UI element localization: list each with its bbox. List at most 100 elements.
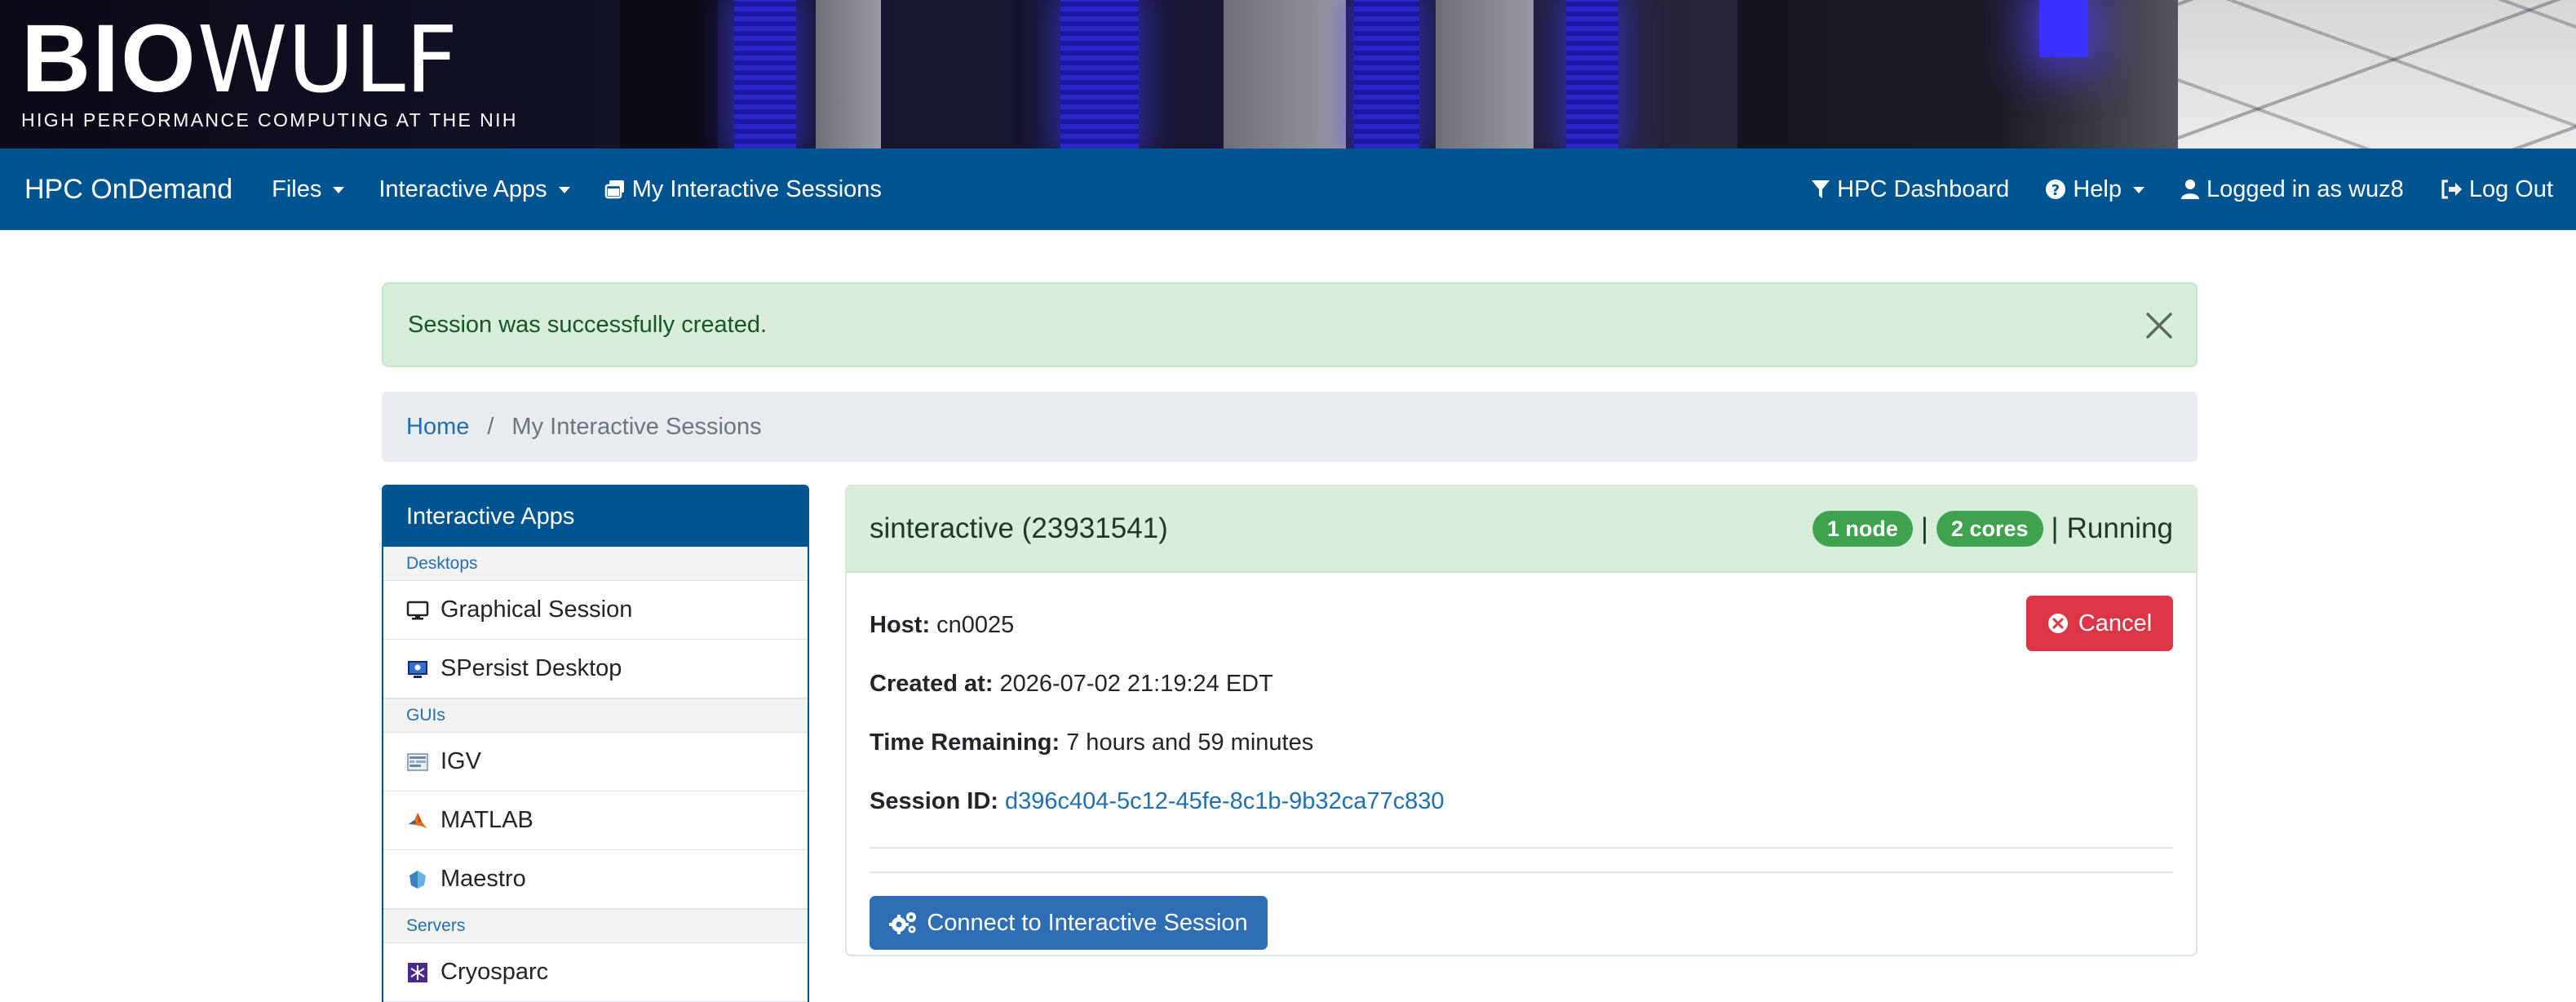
banner-cabinet bbox=[1737, 0, 2178, 149]
divider bbox=[870, 871, 2173, 873]
nav-my-sessions[interactable]: My Interactive Sessions bbox=[604, 176, 882, 203]
sidebar-item-igv[interactable]: IGV bbox=[383, 733, 808, 791]
navbar-right: HPC Dashboard ? Help Logged in as wuz8 L… bbox=[1775, 176, 2576, 203]
sidebar-item-matlab[interactable]: MATLAB bbox=[383, 791, 808, 850]
connect-session-button[interactable]: Connect to Interactive Session bbox=[870, 896, 1268, 950]
sidebar-item-graphical-session[interactable]: Graphical Session bbox=[383, 581, 808, 640]
nav-interactive-apps-dropdown[interactable]: Interactive Apps bbox=[378, 175, 570, 203]
banner-rack bbox=[816, 0, 881, 149]
sign-out-icon bbox=[2440, 179, 2463, 200]
logo-wulf: WULF bbox=[197, 7, 458, 113]
banner-rack-light bbox=[734, 0, 796, 149]
session-id-label: Session ID: bbox=[870, 787, 998, 814]
nav-help-dropdown[interactable]: ? Help bbox=[2045, 176, 2144, 203]
cogs-icon bbox=[889, 911, 918, 935]
user-icon bbox=[2180, 179, 2200, 200]
sidebar-item-label: Maestro bbox=[440, 866, 526, 892]
sidebar-title: Interactive Apps bbox=[383, 486, 808, 547]
svg-text:?: ? bbox=[2052, 182, 2060, 199]
sidebar-item-maestro[interactable]: Maestro bbox=[383, 850, 808, 909]
cores-badge: 2 cores bbox=[1936, 511, 2043, 547]
question-circle-icon: ? bbox=[2045, 179, 2066, 200]
sidebar-category-desktops: Desktops bbox=[383, 547, 808, 581]
nodes-badge: 1 node bbox=[1812, 511, 1913, 547]
sidebar-item-spersist-desktop[interactable]: SPersist Desktop bbox=[383, 640, 808, 698]
nav-logged-in-label: Logged in as wuz8 bbox=[2206, 175, 2404, 202]
alert-message: Session was successfully created. bbox=[408, 311, 768, 338]
session-title: sinteractive (23931541) bbox=[870, 512, 1168, 544]
sidebar-item-cryosparc[interactable]: Cryosparc bbox=[383, 943, 808, 1002]
cryosparc-icon bbox=[406, 961, 429, 984]
divider bbox=[870, 847, 2173, 849]
nav-help-label: Help bbox=[2073, 175, 2122, 202]
matlab-icon bbox=[406, 809, 429, 832]
logo-wordmark: BIOWULF bbox=[21, 11, 518, 107]
breadcrumb-home-link[interactable]: Home bbox=[406, 414, 469, 441]
sessions-icon bbox=[604, 179, 626, 200]
sidebar-item-label: Cryosparc bbox=[440, 959, 549, 985]
sidebar-category-servers: Servers bbox=[383, 909, 808, 943]
breadcrumb: Home / My Interactive Sessions bbox=[382, 392, 2198, 462]
session-id-link[interactable]: d396c404-5c12-45fe-8c1b-9b32ca77c830 bbox=[1005, 788, 1445, 815]
maestro-icon bbox=[406, 868, 429, 891]
sidebar-item-label: IGV bbox=[440, 748, 481, 774]
session-time-remaining: Time Remaining: 7 hours and 59 minutes bbox=[870, 713, 2173, 772]
igv-icon bbox=[406, 751, 429, 774]
banner-rack bbox=[620, 0, 718, 149]
breadcrumb-current: My Interactive Sessions bbox=[511, 413, 762, 440]
session-card-body: Host: cn0025 Created at: 2026-07-02 21:1… bbox=[847, 573, 2196, 950]
session-status-group: 1 node | 2 cores | Running bbox=[1812, 511, 2173, 547]
times-circle-icon bbox=[2047, 613, 2069, 634]
desktop-app-icon bbox=[406, 658, 429, 681]
logo-bio: BIO bbox=[21, 5, 197, 113]
logo-tagline: High Performance Computing at the NIH bbox=[21, 109, 518, 131]
site-banner: BIOWULF High Performance Computing at th… bbox=[0, 0, 2576, 149]
chevron-down-icon bbox=[2132, 187, 2144, 193]
nav-hpc-dashboard-label: HPC Dashboard bbox=[1837, 175, 2010, 202]
nav-files-dropdown[interactable]: Files bbox=[272, 176, 345, 203]
cancel-button[interactable]: Cancel bbox=[2026, 596, 2173, 651]
session-status: Running bbox=[2066, 512, 2173, 544]
banner-rack-light bbox=[1354, 0, 1419, 149]
monitor-icon bbox=[406, 599, 429, 622]
session-created-at: Created at: 2026-07-02 21:19:24 EDT bbox=[870, 654, 2173, 713]
banner-glow bbox=[2039, 0, 2088, 57]
chevron-down-icon bbox=[558, 187, 570, 193]
status-separator: | bbox=[2051, 512, 2059, 544]
created-label: Created at: bbox=[870, 670, 994, 697]
sidebar-item-label: SPersist Desktop bbox=[440, 655, 622, 681]
success-alert: Session was successfully created. bbox=[382, 282, 2198, 367]
sidebar-item-label: MATLAB bbox=[440, 807, 533, 833]
banner-rack bbox=[1224, 0, 1346, 149]
interactive-apps-sidebar: Interactive Apps Desktops Graphical Sess… bbox=[382, 485, 809, 1002]
session-host: Host: cn0025 bbox=[870, 596, 2173, 654]
nav-logged-in-user[interactable]: Logged in as wuz8 bbox=[2180, 176, 2404, 203]
host-label: Host: bbox=[870, 611, 931, 638]
nav-hpc-dashboard[interactable]: HPC Dashboard bbox=[1811, 176, 2009, 203]
status-separator: | bbox=[1920, 512, 1928, 544]
nav-interactive-apps-label: Interactive Apps bbox=[378, 175, 547, 202]
host-value: cn0025 bbox=[936, 611, 1015, 638]
nav-my-sessions-label: My Interactive Sessions bbox=[631, 175, 882, 202]
sidebar-category-guis: GUIs bbox=[383, 698, 808, 733]
cancel-button-label: Cancel bbox=[2078, 610, 2153, 636]
nav-logout-label: Log Out bbox=[2468, 175, 2553, 202]
session-id: Session ID: d396c404-5c12-45fe-8c1b-9b32… bbox=[870, 772, 2173, 831]
close-icon[interactable] bbox=[2145, 312, 2173, 339]
top-navbar: HPC OnDemand Files Interactive Apps My I… bbox=[0, 149, 2576, 230]
navbar-brand[interactable]: HPC OnDemand bbox=[24, 174, 232, 206]
sidebar-item-label: Graphical Session bbox=[440, 596, 633, 623]
session-card-header: sinteractive (23931541) 1 node | 2 cores… bbox=[847, 486, 2196, 573]
remaining-label: Time Remaining: bbox=[870, 729, 1060, 756]
remaining-value: 7 hours and 59 minutes bbox=[1066, 729, 1314, 756]
biowulf-logo[interactable]: BIOWULF High Performance Computing at th… bbox=[21, 11, 518, 131]
session-card: sinteractive (23931541) 1 node | 2 cores… bbox=[845, 485, 2198, 956]
chevron-down-icon bbox=[333, 187, 345, 193]
nav-logout[interactable]: Log Out bbox=[2440, 176, 2553, 203]
banner-rack bbox=[1436, 0, 1534, 149]
created-value: 2026-07-02 21:19:24 EDT bbox=[999, 670, 1273, 697]
filter-icon bbox=[1811, 179, 1830, 200]
connect-button-label: Connect to Interactive Session bbox=[927, 909, 1248, 936]
banner-rack-light bbox=[1060, 0, 1139, 149]
breadcrumb-separator: / bbox=[487, 413, 494, 440]
